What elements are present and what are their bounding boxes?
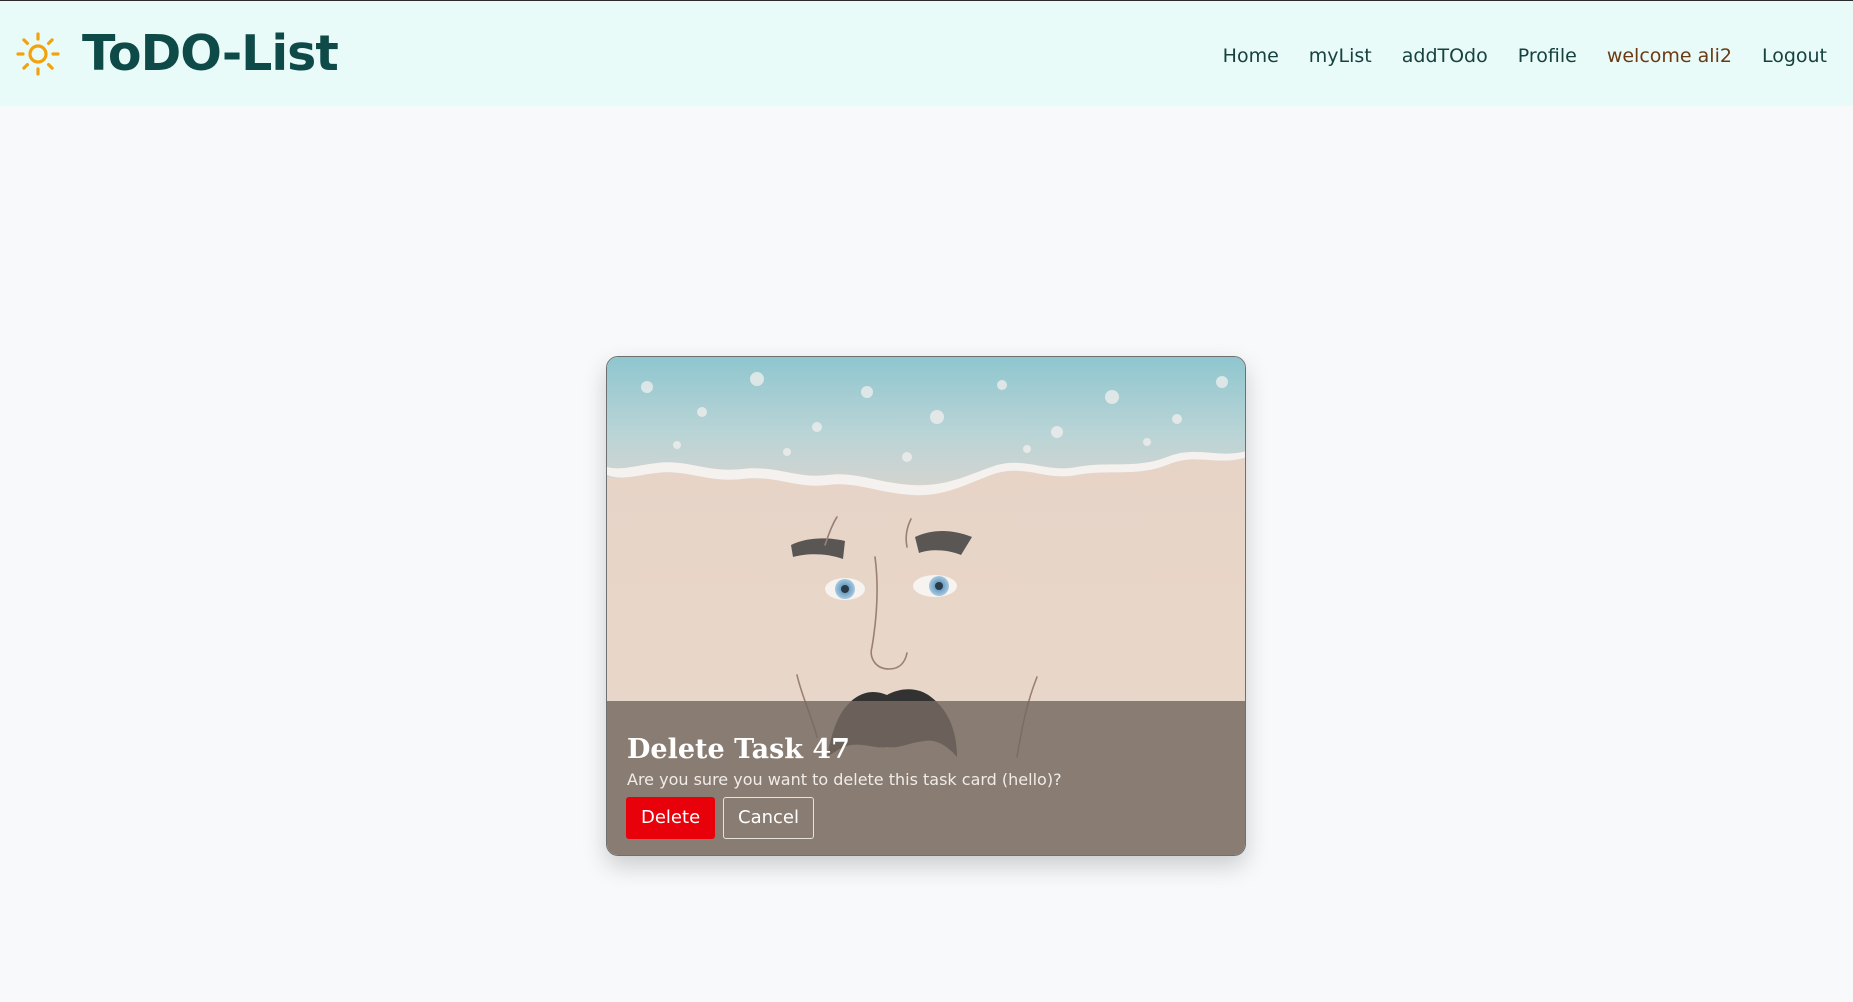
nav-logout-link[interactable]: Logout <box>1762 41 1827 71</box>
nav-welcome-user[interactable]: welcome ali2 <box>1607 41 1732 71</box>
delete-button[interactable]: Delete <box>626 797 716 839</box>
navbar: ToDO-List Home myList addTOdo Profile we… <box>0 1 1853 106</box>
nav-profile-link[interactable]: Profile <box>1518 41 1577 71</box>
nav-mylist-link[interactable]: myList <box>1309 41 1372 71</box>
brand-link[interactable]: ToDO-List <box>16 25 339 82</box>
cancel-button[interactable]: Cancel <box>723 797 814 839</box>
brand-title: ToDO-List <box>82 25 339 82</box>
delete-task-card: Delete Task 47 Are you sure you want to … <box>606 356 1246 856</box>
card-confirm-text: Are you sure you want to delete this tas… <box>627 770 1062 789</box>
nav-home-link[interactable]: Home <box>1223 41 1279 71</box>
card-title: Delete Task 47 <box>627 734 850 765</box>
nav-addtodo-link[interactable]: addTOdo <box>1402 41 1488 71</box>
sun-icon <box>16 32 60 76</box>
nav-links: Home myList addTOdo Profile welcome ali2… <box>1193 41 1827 71</box>
